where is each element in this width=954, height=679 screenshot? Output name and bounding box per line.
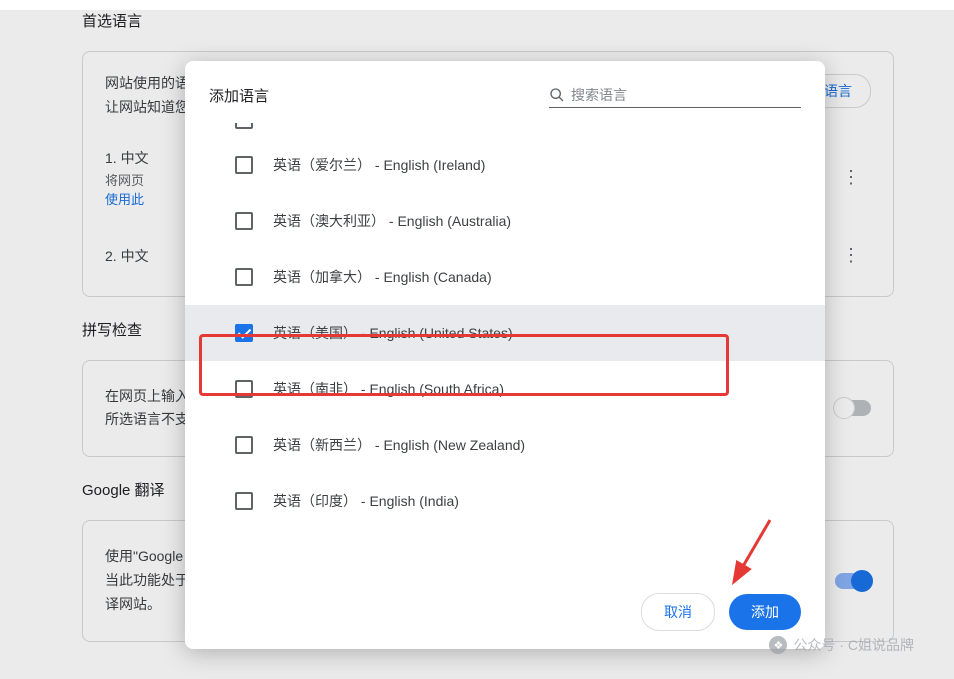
language-label: 英语（澳大利亚） - English (Australia) [273,211,511,231]
watermark: ❖ 公众号 · C姐说品牌 [769,635,914,655]
language-list[interactable]: 英语（爱尔兰） - English (Ireland) 英语（澳大利亚） - En… [185,122,825,575]
checkbox-icon[interactable] [235,436,253,454]
language-row[interactable]: 英语（澳大利亚） - English (Australia) [185,193,825,249]
dialog-header: 添加语言 [185,61,825,122]
language-label: 英语（印度） - English (India) [273,491,459,511]
checkbox-icon[interactable] [235,123,253,129]
watermark-text: 公众号 · C姐说品牌 [793,635,914,655]
language-label: 英语（爱尔兰） - English (Ireland) [273,155,485,175]
language-row[interactable]: 英语（南非） - English (South Africa) [185,361,825,417]
language-label: 英语（新西兰） - English (New Zealand) [273,435,525,455]
checkbox-icon[interactable] [235,380,253,398]
checkbox-icon[interactable] [235,212,253,230]
language-label: 英语（美国） - English (United States) [273,323,513,343]
search-input[interactable] [571,83,801,107]
language-label: 英语（南非） - English (South Africa) [273,379,504,399]
language-row[interactable] [185,123,825,137]
checkbox-icon[interactable] [235,268,253,286]
language-row[interactable]: 英语（印度） - English (India) [185,473,825,529]
checkbox-icon[interactable] [235,156,253,174]
language-row[interactable]: 英语（爱尔兰） - English (Ireland) [185,137,825,193]
search-field[interactable] [549,83,801,108]
wechat-icon: ❖ [769,636,787,654]
cancel-button[interactable]: 取消 [641,593,715,631]
language-row[interactable]: 英语（加拿大） - English (Canada) [185,249,825,305]
language-label: 英语（加拿大） - English (Canada) [273,267,492,287]
add-button[interactable]: 添加 [729,594,801,630]
language-row[interactable]: 英语（新西兰） - English (New Zealand) [185,417,825,473]
dialog-footer: 取消 添加 [185,575,825,649]
checkbox-icon[interactable] [235,324,253,342]
add-language-dialog: 添加语言 英语（爱尔兰） - English (Ireland) 英语（澳大利亚）… [185,61,825,649]
language-row[interactable]: 英语（美国） - English (United States) [185,305,825,361]
dialog-title: 添加语言 [209,85,269,106]
search-icon [549,87,565,103]
checkbox-icon[interactable] [235,492,253,510]
